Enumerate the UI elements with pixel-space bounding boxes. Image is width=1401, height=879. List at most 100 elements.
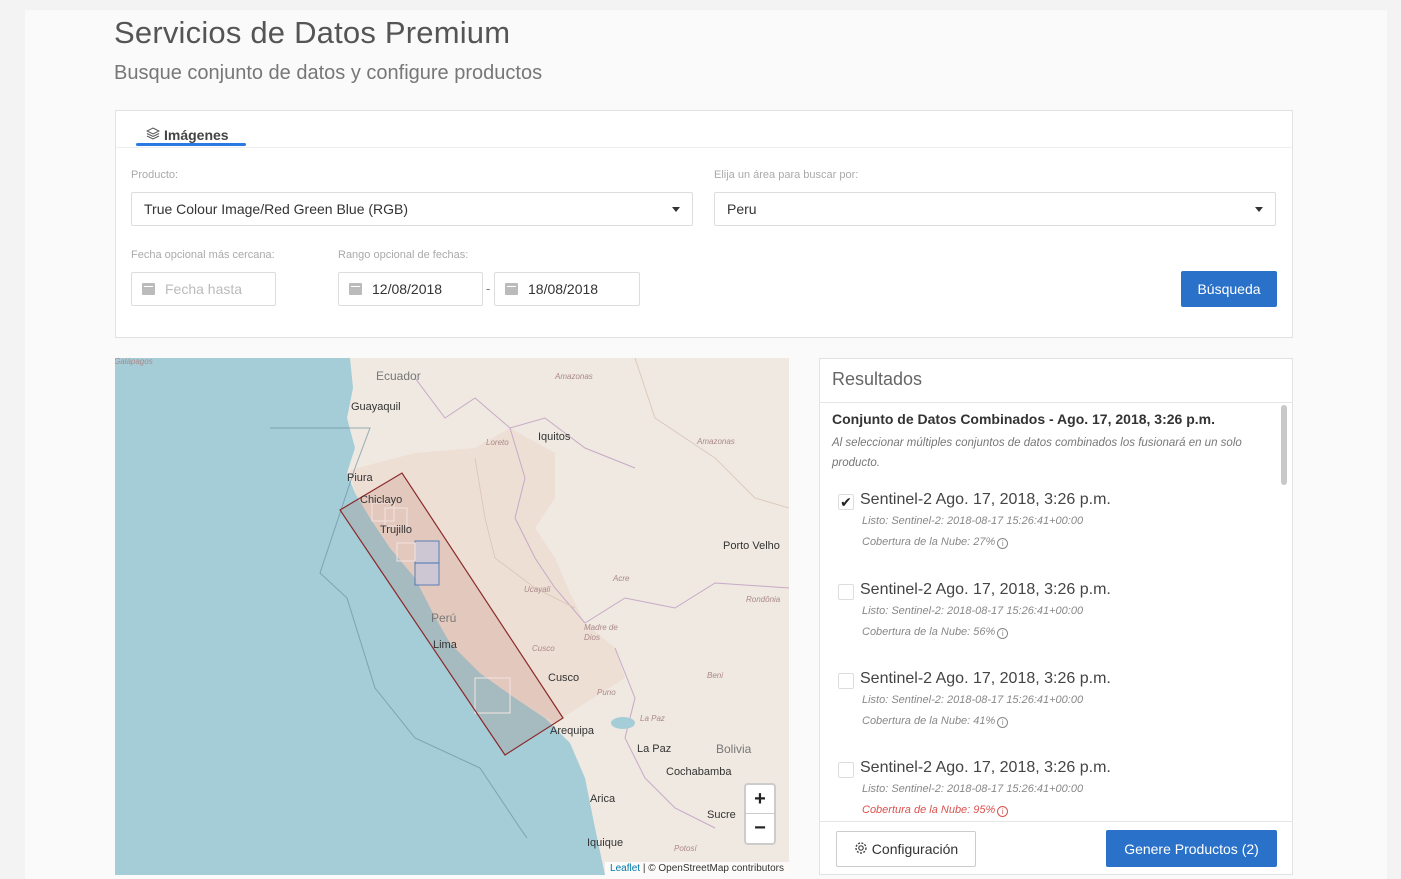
map-label-cochabamba: Cochabamba — [666, 766, 732, 778]
tab-divider — [116, 147, 1292, 148]
closest-date-label: Fecha opcional más cercana: — [131, 249, 275, 261]
result-ready: Listo: Sentinel-2: 2018-08-17 15:26:41+0… — [862, 515, 1084, 527]
closest-date-input[interactable]: Fecha hasta — [131, 272, 276, 306]
caret-down-icon — [672, 207, 680, 212]
info-icon[interactable]: i — [997, 538, 1009, 549]
zoom-in-button[interactable]: + — [746, 785, 774, 814]
map-label-la-paz: La Paz — [637, 743, 672, 755]
map-label-iquitos: Iquitos — [538, 431, 571, 443]
area-select-value: Peru — [727, 201, 757, 217]
map-label-puno: Puno — [597, 688, 616, 697]
map-label-cusco-region: Cusco — [532, 644, 555, 653]
layers-icon — [145, 127, 161, 143]
map-attribution: Leaflet | © OpenStreetMap contributors — [605, 862, 789, 875]
info-icon[interactable]: i — [997, 717, 1009, 728]
checkmark-icon: ✔ — [840, 494, 852, 510]
search-panel: Imágenes Producto: True Colour Image/Red… — [115, 110, 1293, 338]
map-label-piura: Piura — [347, 472, 373, 484]
calendar-icon — [142, 283, 155, 295]
date-to-value: 18/08/2018 — [528, 281, 599, 297]
map-label-ucayali: Ucayali — [524, 585, 551, 594]
page: Servicios de Datos Premium Busque conjun… — [25, 10, 1387, 879]
results-divider — [820, 402, 1292, 403]
page-subtitle: Busque conjunto de datos y configure pro… — [114, 62, 543, 84]
map-label-arica: Arica — [590, 793, 616, 805]
map-label-chiclayo: Chiclayo — [360, 494, 403, 506]
result-title: Sentinel-2 Ago. 17, 2018, 3:26 p.m. — [860, 670, 1111, 687]
map-zoom-control: + − — [744, 783, 776, 845]
leaflet-link[interactable]: Leaflet — [610, 863, 640, 874]
result-item: Sentinel-2 Ago. 17, 2018, 3:26 p.m. List… — [838, 581, 1268, 661]
caret-down-icon — [1255, 207, 1263, 212]
map-label-loreto: Loreto — [486, 438, 509, 447]
result-item: ✔ Sentinel-2 Ago. 17, 2018, 3:26 p.m. Li… — [838, 491, 1268, 571]
closest-date-placeholder: Fecha hasta — [165, 281, 243, 297]
map-label-bolivia: Bolivia — [716, 742, 752, 756]
result-checkbox[interactable]: ✔ — [838, 494, 854, 510]
map-label-cusco: Cusco — [548, 672, 580, 684]
result-cloud-cover: Cobertura de la Nube: 41% i — [862, 715, 1009, 728]
settings-button-label: Configuración — [871, 841, 959, 857]
result-item: Sentinel-2 Ago. 17, 2018, 3:26 p.m. List… — [838, 670, 1268, 750]
generate-products-button[interactable]: Genere Productos (2) — [1106, 830, 1277, 867]
result-cloud-text: Cobertura de la Nube: 27% — [862, 536, 996, 548]
date-from-input[interactable]: 12/08/2018 — [338, 272, 483, 306]
date-range-separator: - — [486, 281, 491, 296]
results-scrollbar[interactable] — [1281, 405, 1287, 485]
result-cloud-text: Cobertura de la Nube: 56% — [862, 626, 996, 638]
map-label-rondonia: Rondônia — [746, 595, 781, 604]
result-title: Sentinel-2 Ago. 17, 2018, 3:26 p.m. — [860, 581, 1111, 598]
date-to-input[interactable]: 18/08/2018 — [494, 272, 640, 306]
map-label-la-paz-region: La Paz — [640, 714, 665, 723]
search-button[interactable]: Búsqueda — [1181, 271, 1277, 307]
tab-images-label: Imágenes — [164, 127, 229, 143]
result-checkbox[interactable] — [838, 584, 854, 600]
map-label-ecuador: Ecuador — [376, 369, 421, 383]
result-checkbox[interactable] — [838, 673, 854, 689]
result-title: Sentinel-2 Ago. 17, 2018, 3:26 p.m. — [860, 759, 1111, 776]
page-title: Servicios de Datos Premium — [114, 15, 511, 50]
result-cloud-text: Cobertura de la Nube: 95% — [862, 804, 996, 816]
calendar-icon — [349, 283, 362, 295]
map-label-trujillo: Trujillo — [380, 524, 412, 536]
map-label-guayaquil: Guayaquil — [351, 401, 401, 413]
result-cloud-cover: Cobertura de la Nube: 95% i — [862, 804, 1009, 817]
combined-dataset-note: Al seleccionar múltiples conjuntos de da… — [832, 437, 1242, 469]
date-range-label: Rango opcional de fechas: — [338, 249, 469, 261]
map-label-amazonas-east: Amazonas — [697, 437, 735, 446]
area-label: Elija un área para buscar por: — [714, 169, 859, 181]
map-label-amazonas-north: Amazonas — [555, 372, 593, 381]
map-label-porto-velho: Porto Velho — [723, 540, 780, 552]
results-panel: Resultados Conjunto de Datos Combinados … — [819, 358, 1293, 875]
map-label-peru: Perú — [431, 611, 457, 625]
map-label-acre: Acre — [613, 574, 630, 583]
map-label-madre-de-dios: Madre de Dios — [584, 623, 618, 642]
result-item: Sentinel-2 Ago. 17, 2018, 3:26 p.m. List… — [838, 759, 1268, 819]
map[interactable]: Galápagos Ecuador Guayaquil Amazonas Lor… — [115, 358, 789, 875]
results-title: Resultados — [832, 369, 923, 389]
map-label-potosi: Potosí — [674, 844, 697, 853]
info-icon[interactable]: i — [997, 806, 1009, 817]
attribution-text: | © OpenStreetMap contributors — [642, 863, 784, 874]
date-from-value: 12/08/2018 — [372, 281, 443, 297]
map-label-beni: Beni — [707, 671, 724, 680]
result-cloud-text: Cobertura de la Nube: 41% — [862, 715, 996, 727]
info-icon[interactable]: i — [997, 628, 1009, 639]
calendar-icon — [505, 283, 518, 295]
area-select[interactable]: Peru — [714, 192, 1276, 226]
map-label-lima: Lima — [433, 639, 457, 651]
map-label-iquique: Iquique — [587, 837, 624, 849]
product-select[interactable]: True Colour Image/Red Green Blue (RGB) — [131, 192, 693, 226]
map-label-sucre: Sucre — [707, 809, 736, 821]
zoom-out-button[interactable]: − — [746, 814, 774, 843]
tab-active-indicator — [136, 143, 246, 146]
result-cloud-cover: Cobertura de la Nube: 56% i — [862, 626, 1009, 639]
product-select-value: True Colour Image/Red Green Blue (RGB) — [144, 201, 409, 217]
settings-button[interactable]: Configuración — [836, 831, 976, 867]
result-checkbox[interactable] — [838, 762, 854, 778]
result-cloud-cover: Cobertura de la Nube: 27% i — [862, 536, 1009, 549]
combined-dataset-title: Conjunto de Datos Combinados - Ago. 17, … — [832, 411, 1215, 427]
result-title: Sentinel-2 Ago. 17, 2018, 3:26 p.m. — [860, 491, 1111, 508]
results-footer-divider — [820, 821, 1292, 822]
map-label-arequipa: Arequipa — [550, 725, 595, 737]
